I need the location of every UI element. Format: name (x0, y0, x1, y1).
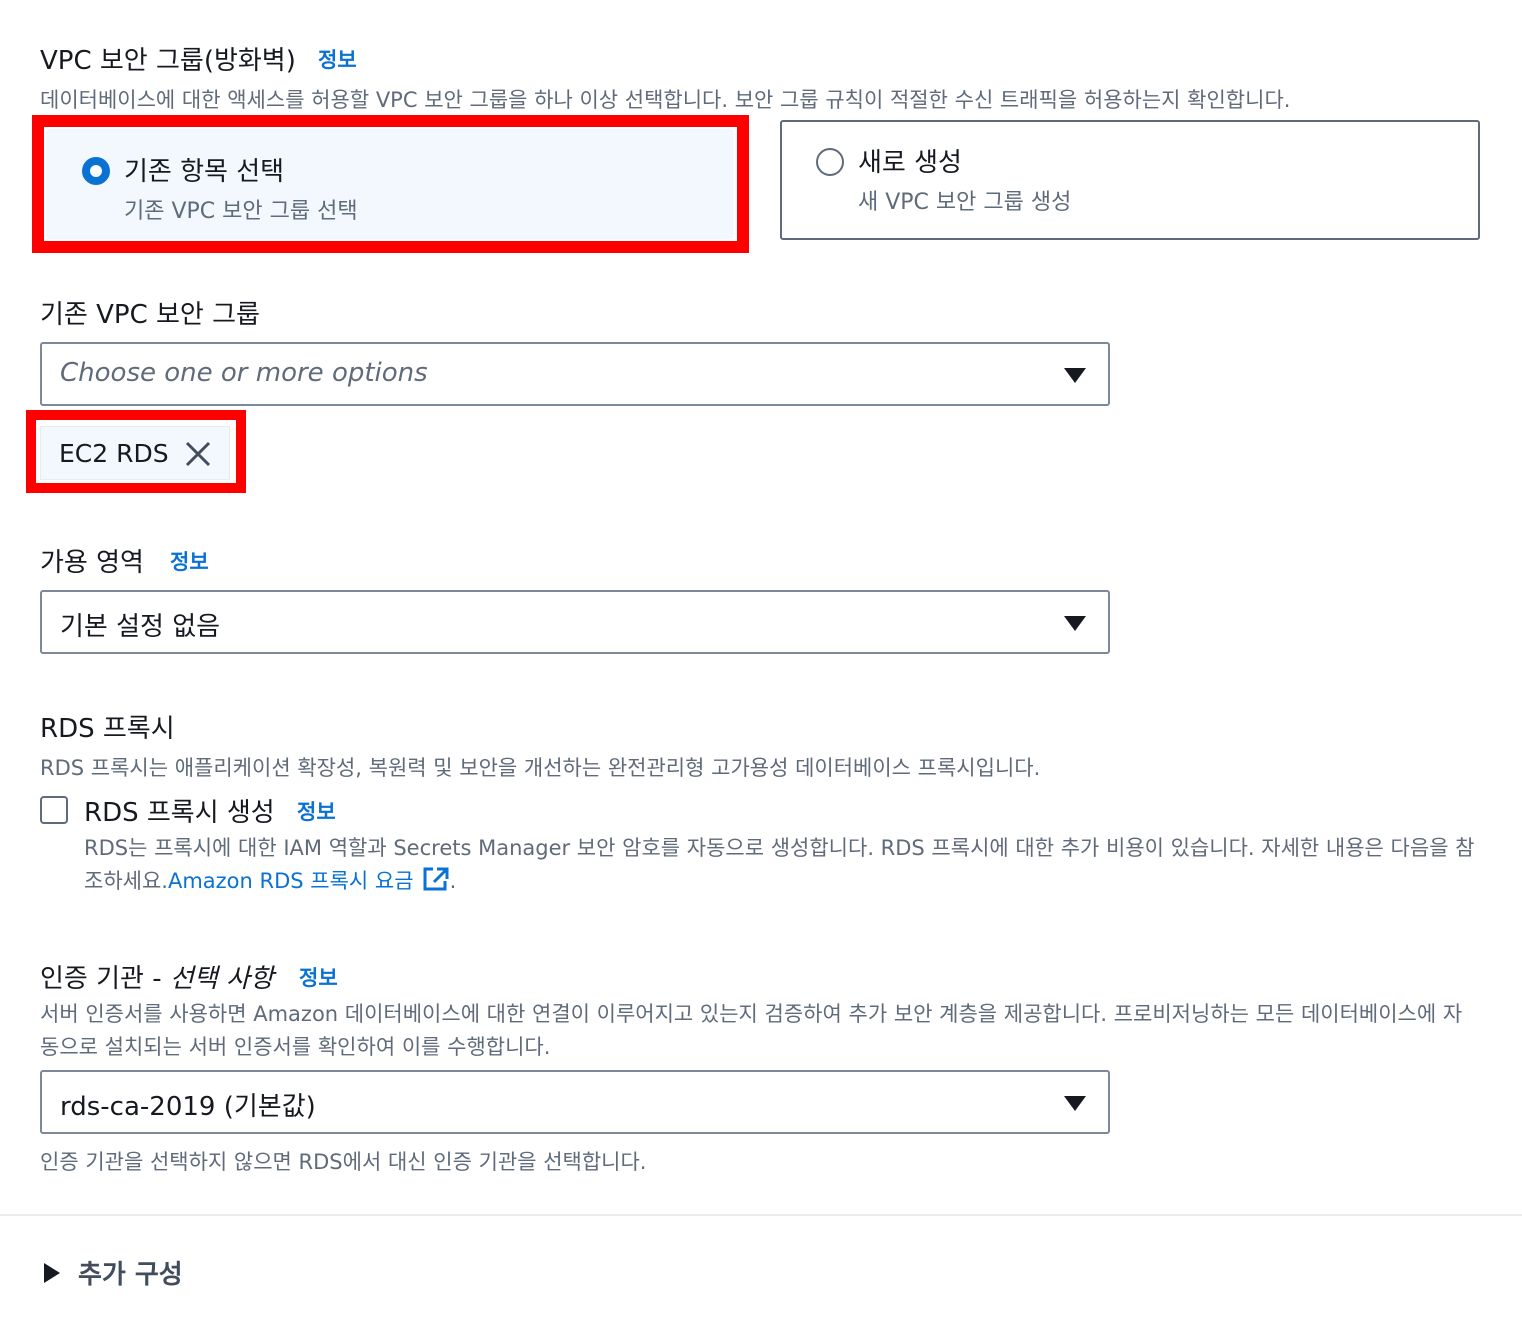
existing-sg-multiselect[interactable]: Choose one or more options (40, 342, 1110, 406)
az-info-link[interactable]: 정보 (170, 546, 209, 576)
section-divider (0, 1214, 1522, 1216)
rds-proxy-pricing-link[interactable]: Amazon RDS 프록시 요금 (168, 867, 450, 893)
rds-proxy-checkbox[interactable] (40, 796, 68, 824)
ca-info-link[interactable]: 정보 (299, 962, 338, 992)
ca-label: 인증 기관 - 선택 사항 (40, 964, 274, 994)
az-select-value: 기본 설정 없음 (60, 612, 221, 642)
caret-right-icon[interactable] (44, 1263, 60, 1283)
rds-proxy-checkbox-label[interactable]: RDS 프록시 생성 (84, 792, 275, 829)
vpc-sg-description: 데이터베이스에 대한 액세스를 허용할 VPC 보안 그룹을 하나 이상 선택합… (40, 88, 1291, 112)
ca-hint: 인증 기관을 선택하지 않으면 RDS에서 대신 인증 기관을 선택합니다. (40, 1150, 647, 1174)
az-select[interactable]: 기본 설정 없음 (40, 590, 1110, 654)
additional-config-toggle[interactable]: 추가 구성 (78, 1254, 183, 1291)
az-label: 가용 영역 (40, 548, 144, 578)
external-link-icon (423, 867, 449, 891)
rds-proxy-info-link[interactable]: 정보 (297, 796, 336, 826)
ca-select[interactable]: rds-ca-2019 (기본값) (40, 1070, 1110, 1134)
rds-proxy-detail: RDS는 프록시에 대한 IAM 역할과 Secrets Manager 보안 … (84, 836, 1475, 893)
radio-new-title: 새로 생성 (858, 148, 962, 178)
caret-down-icon (1064, 368, 1086, 383)
caret-down-icon (1064, 616, 1086, 631)
vpc-sg-heading: VPC 보안 그룹(방화벽) (40, 46, 296, 76)
radio-tile-new[interactable]: 새로 생성 새 VPC 보안 그룹 생성 (780, 120, 1480, 240)
ca-select-value: rds-ca-2019 (기본값) (60, 1092, 316, 1122)
ca-description: 서버 인증서를 사용하면 Amazon 데이터베이스에 대한 연결이 이루어지고… (40, 1002, 1463, 1059)
caret-down-icon (1064, 1096, 1086, 1111)
existing-sg-label: 기존 VPC 보안 그룹 (40, 300, 260, 330)
vpc-sg-info-link[interactable]: 정보 (318, 44, 357, 74)
radio-new[interactable] (816, 148, 844, 176)
highlight-box-existing (32, 115, 749, 253)
existing-sg-placeholder: Choose one or more options (60, 358, 428, 388)
highlight-box-token (26, 410, 246, 493)
ca-optional-label: 선택 사항 (169, 964, 274, 994)
rds-proxy-description: RDS 프록시는 애플리케이션 확장성, 복원력 및 보안을 개선하는 완전관리… (40, 756, 1041, 780)
rds-proxy-heading: RDS 프록시 (40, 714, 175, 744)
radio-new-subtitle: 새 VPC 보안 그룹 생성 (858, 190, 1072, 215)
